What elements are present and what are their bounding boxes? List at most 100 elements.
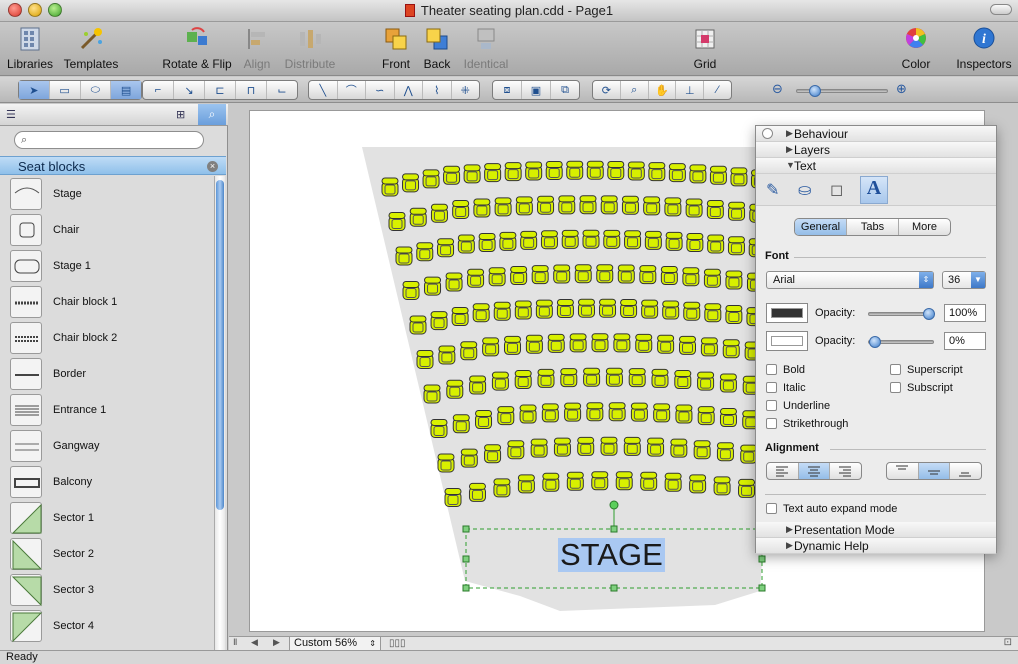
seat-chair[interactable] <box>457 234 475 254</box>
seat-chair[interactable] <box>553 437 571 457</box>
group-tool-icon[interactable]: ⧈ <box>493 81 522 99</box>
align-left-icon[interactable] <box>767 463 799 479</box>
presentation-mode-section[interactable]: ▶ Presentation Mode <box>756 522 996 538</box>
seat-chair[interactable] <box>639 265 657 285</box>
seat-chair[interactable] <box>662 300 680 320</box>
seat-chair[interactable] <box>640 471 658 491</box>
seat-chair[interactable] <box>478 233 496 253</box>
spline-tool-icon[interactable]: ⌇ <box>423 81 452 99</box>
chain-tool-icon[interactable]: ⌙ <box>267 81 297 99</box>
seat-chair[interactable] <box>623 436 641 456</box>
seat-chair[interactable] <box>586 402 604 422</box>
seat-chair[interactable] <box>664 197 682 217</box>
seat-chair[interactable] <box>475 410 493 430</box>
seat-chair[interactable] <box>644 230 662 250</box>
zoom-out-icon[interactable]: ⊖ <box>772 81 783 97</box>
resize-handle[interactable] <box>610 584 618 592</box>
seat-chair[interactable] <box>497 406 515 426</box>
library-item[interactable]: Stage 1 <box>0 248 214 284</box>
library-item[interactable]: Sector 4 <box>0 608 214 644</box>
seat-chair[interactable] <box>728 201 746 221</box>
seat-chair[interactable] <box>561 229 579 249</box>
grid-view-icon[interactable]: ⊞ <box>176 108 185 121</box>
seat-chair[interactable] <box>504 335 521 355</box>
seat-chair[interactable] <box>706 200 724 219</box>
align-button[interactable]: Align <box>238 26 276 71</box>
shadow-icon[interactable]: ◻ <box>830 180 843 200</box>
seat-chair[interactable] <box>599 298 617 318</box>
seat-chair[interactable] <box>473 198 491 218</box>
seat-chair[interactable] <box>627 161 645 181</box>
align-right-icon[interactable] <box>830 463 861 479</box>
seat-chair[interactable] <box>621 195 639 215</box>
tree-connector-icon[interactable]: ⊏ <box>205 81 236 99</box>
next-page-icon[interactable]: ▶ <box>273 637 280 648</box>
library-item[interactable]: Entrance 1 <box>0 392 214 428</box>
seat-chair[interactable] <box>541 403 559 423</box>
seat-chair[interactable] <box>504 162 522 182</box>
seat-chair[interactable] <box>468 482 486 502</box>
zoom-select[interactable]: Custom 56% ⇕ <box>289 637 381 650</box>
seat-chair[interactable] <box>613 333 631 353</box>
resize-handle[interactable] <box>758 555 766 563</box>
seat-chair[interactable] <box>738 478 756 498</box>
zoom-in-icon[interactable]: ⊕ <box>896 81 907 97</box>
branch-tool-icon[interactable]: ⊓ <box>236 81 267 99</box>
seat-chair[interactable] <box>725 270 743 290</box>
seat-chair[interactable] <box>494 197 512 217</box>
seat-chair[interactable] <box>472 303 490 323</box>
page-thumbnails-icon[interactable]: ▯▯▯ <box>389 638 406 649</box>
freehand-tool-icon[interactable]: ⁜ <box>452 81 480 99</box>
seat-chair[interactable] <box>647 437 665 457</box>
layers-section[interactable]: ▶ Layers <box>756 142 996 158</box>
seat-chair[interactable] <box>643 196 661 216</box>
fill-opacity-knob[interactable] <box>869 336 881 348</box>
seat-chair[interactable] <box>600 436 618 456</box>
library-item[interactable]: Sector 2 <box>0 536 214 572</box>
seat-chair[interactable] <box>444 488 462 507</box>
resize-handle[interactable] <box>610 525 618 533</box>
seat-chair[interactable] <box>586 160 604 180</box>
seat-chair[interactable] <box>545 160 563 180</box>
rotate-view-icon[interactable]: ⟳ <box>593 81 621 99</box>
seat-chair[interactable] <box>641 299 659 319</box>
text-opacity-knob[interactable] <box>923 308 935 320</box>
toolbar-toggle-button[interactable] <box>990 4 1012 15</box>
seat-chair[interactable] <box>707 234 725 254</box>
rotate-flip-button[interactable]: Rotate & Flip <box>162 26 232 71</box>
seat-chair[interactable] <box>402 173 420 193</box>
seat-chair[interactable] <box>409 315 427 335</box>
seat-chair[interactable] <box>716 442 734 462</box>
seat-chair[interactable] <box>697 406 715 426</box>
seat-chair[interactable] <box>519 404 537 424</box>
text-opacity-slider[interactable] <box>868 308 935 320</box>
seat-chair[interactable] <box>558 195 576 215</box>
polyline-tool-icon[interactable]: ⋀ <box>395 81 423 99</box>
seat-chair[interactable] <box>583 367 601 387</box>
seat-chair[interactable] <box>540 230 558 250</box>
seat-chair[interactable] <box>664 472 682 492</box>
seat-chair[interactable] <box>520 230 538 250</box>
seat-chair[interactable] <box>566 471 584 491</box>
seat-chair[interactable] <box>409 207 427 227</box>
seat-chair[interactable] <box>620 299 638 319</box>
seat-chair[interactable] <box>491 371 509 391</box>
library-item[interactable]: Balcony <box>0 464 214 500</box>
seat-chair[interactable] <box>488 267 506 287</box>
seat-chair[interactable] <box>651 368 669 388</box>
seat-chair[interactable] <box>608 402 626 422</box>
bold-checkbox[interactable]: Bold <box>766 364 805 376</box>
stage-label-text[interactable]: STAGE <box>558 538 665 572</box>
seat-chair[interactable] <box>689 164 707 184</box>
seat-chair[interactable] <box>430 311 448 331</box>
layout-tool-icon[interactable]: ⧉ <box>551 81 579 99</box>
seat-chair[interactable] <box>430 203 448 223</box>
seat-chair[interactable] <box>582 229 600 249</box>
resize-handle[interactable] <box>462 525 470 533</box>
seat-chair[interactable] <box>697 371 715 391</box>
seat-chair[interactable] <box>624 230 642 250</box>
seat-chair[interactable] <box>725 305 743 325</box>
seat-chair[interactable] <box>560 368 578 388</box>
seat-chair[interactable] <box>704 303 722 323</box>
seat-chair[interactable] <box>665 231 683 251</box>
